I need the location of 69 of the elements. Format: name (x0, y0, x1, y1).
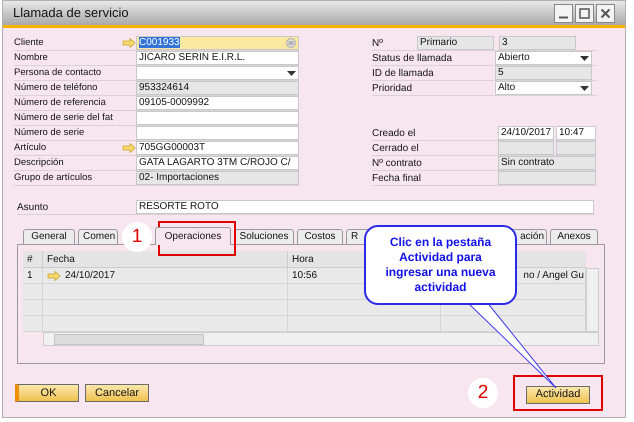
field-label: Grupo de artículos (14, 170, 94, 185)
input-field[interactable] (498, 141, 554, 155)
field-label: Persona de contacto (14, 66, 102, 80)
input-field[interactable]: 953324614 (136, 81, 299, 95)
field-label: Status de llamada (372, 52, 454, 66)
field-label: Número de serie (14, 126, 86, 140)
input-field[interactable]: RESORTE ROTO (136, 200, 594, 214)
field-label: Creado el (372, 126, 416, 140)
table-cell: 1 (23, 268, 43, 283)
input-field[interactable] (498, 171, 596, 185)
tab[interactable]: General (23, 229, 75, 244)
input-field[interactable]: C001933 (136, 36, 299, 50)
tab[interactable]: Anexos (550, 229, 598, 244)
tab[interactable]: Operaciones (155, 227, 231, 245)
action-button[interactable]: Cancelar (85, 384, 149, 402)
action-button[interactable]: Actividad (526, 386, 590, 404)
field-label: Nombre (14, 50, 49, 65)
arrow-icon[interactable] (122, 38, 136, 48)
input-field[interactable]: 10:47 (556, 126, 596, 140)
field-label: Cliente (14, 36, 45, 50)
input-field[interactable] (556, 141, 596, 155)
field-label: Asunto (17, 200, 50, 214)
window-title: Llamada de servicio (13, 4, 130, 22)
input-field[interactable]: 5 (495, 66, 592, 80)
tab[interactable]: Costos (297, 229, 343, 244)
input-field[interactable]: JICARO SERIN E.I.R.L. (136, 51, 299, 65)
input-field[interactable] (136, 111, 299, 125)
caret-icon (287, 70, 296, 76)
arrow-icon[interactable] (122, 143, 136, 153)
scrollbar-thumb[interactable] (54, 334, 204, 344)
field-label: ID de llamada (372, 66, 435, 80)
step-number: 2 (468, 378, 498, 408)
dropdown-field[interactable]: Alto (495, 81, 592, 95)
input-field[interactable]: Sin contrato (498, 156, 596, 170)
field-label: Descripción (14, 156, 65, 170)
tab[interactable]: Soluciones (234, 229, 294, 244)
field-label: Artículo (14, 140, 48, 155)
arrow-icon[interactable] (47, 270, 61, 280)
caret-icon (580, 86, 589, 90)
input-field[interactable]: GATA LAGARTO 3TM C/ROJO C/ (136, 156, 299, 170)
input-field[interactable]: 02- Importaciones (136, 171, 299, 185)
field-label: Nº contrato (372, 156, 423, 170)
field-label: Prioridad (372, 82, 414, 96)
dropdown-field[interactable]: Abierto (495, 51, 592, 65)
table-cell: 24/10/2017 (43, 268, 288, 283)
close-icon[interactable] (596, 4, 615, 22)
field-label: Fecha final (372, 172, 422, 186)
column-header: # (23, 251, 43, 267)
input-field[interactable]: 3 (499, 36, 576, 50)
field-label: Número de teléfono (14, 80, 98, 95)
field-label: Número de serie del fat (14, 110, 114, 125)
dropdown-field[interactable] (136, 66, 299, 80)
tab[interactable]: Comen (78, 229, 118, 244)
input-field[interactable] (136, 126, 299, 140)
horizontal-scrollbar[interactable] (43, 332, 599, 346)
input-field[interactable]: Primario (417, 36, 494, 50)
minimize-icon[interactable] (554, 4, 573, 22)
caret-icon (580, 56, 589, 60)
field-label: Nº (372, 36, 384, 50)
vertical-scrollbar[interactable] (586, 268, 599, 332)
field-label: Número de referencia (14, 96, 107, 110)
field-label: Cerrado el (372, 142, 420, 156)
callout-tooltip: Clic en la pestaña Actividad para ingresar una nueva actividad (364, 225, 517, 305)
list-icon[interactable] (286, 38, 296, 48)
input-field[interactable]: 24/10/2017 (498, 126, 554, 140)
maximize-icon[interactable] (575, 4, 594, 22)
input-field[interactable]: 705GG00003T (136, 141, 299, 155)
action-button[interactable]: OK (15, 384, 79, 402)
input-field[interactable]: 09105-0009992 (136, 96, 299, 110)
